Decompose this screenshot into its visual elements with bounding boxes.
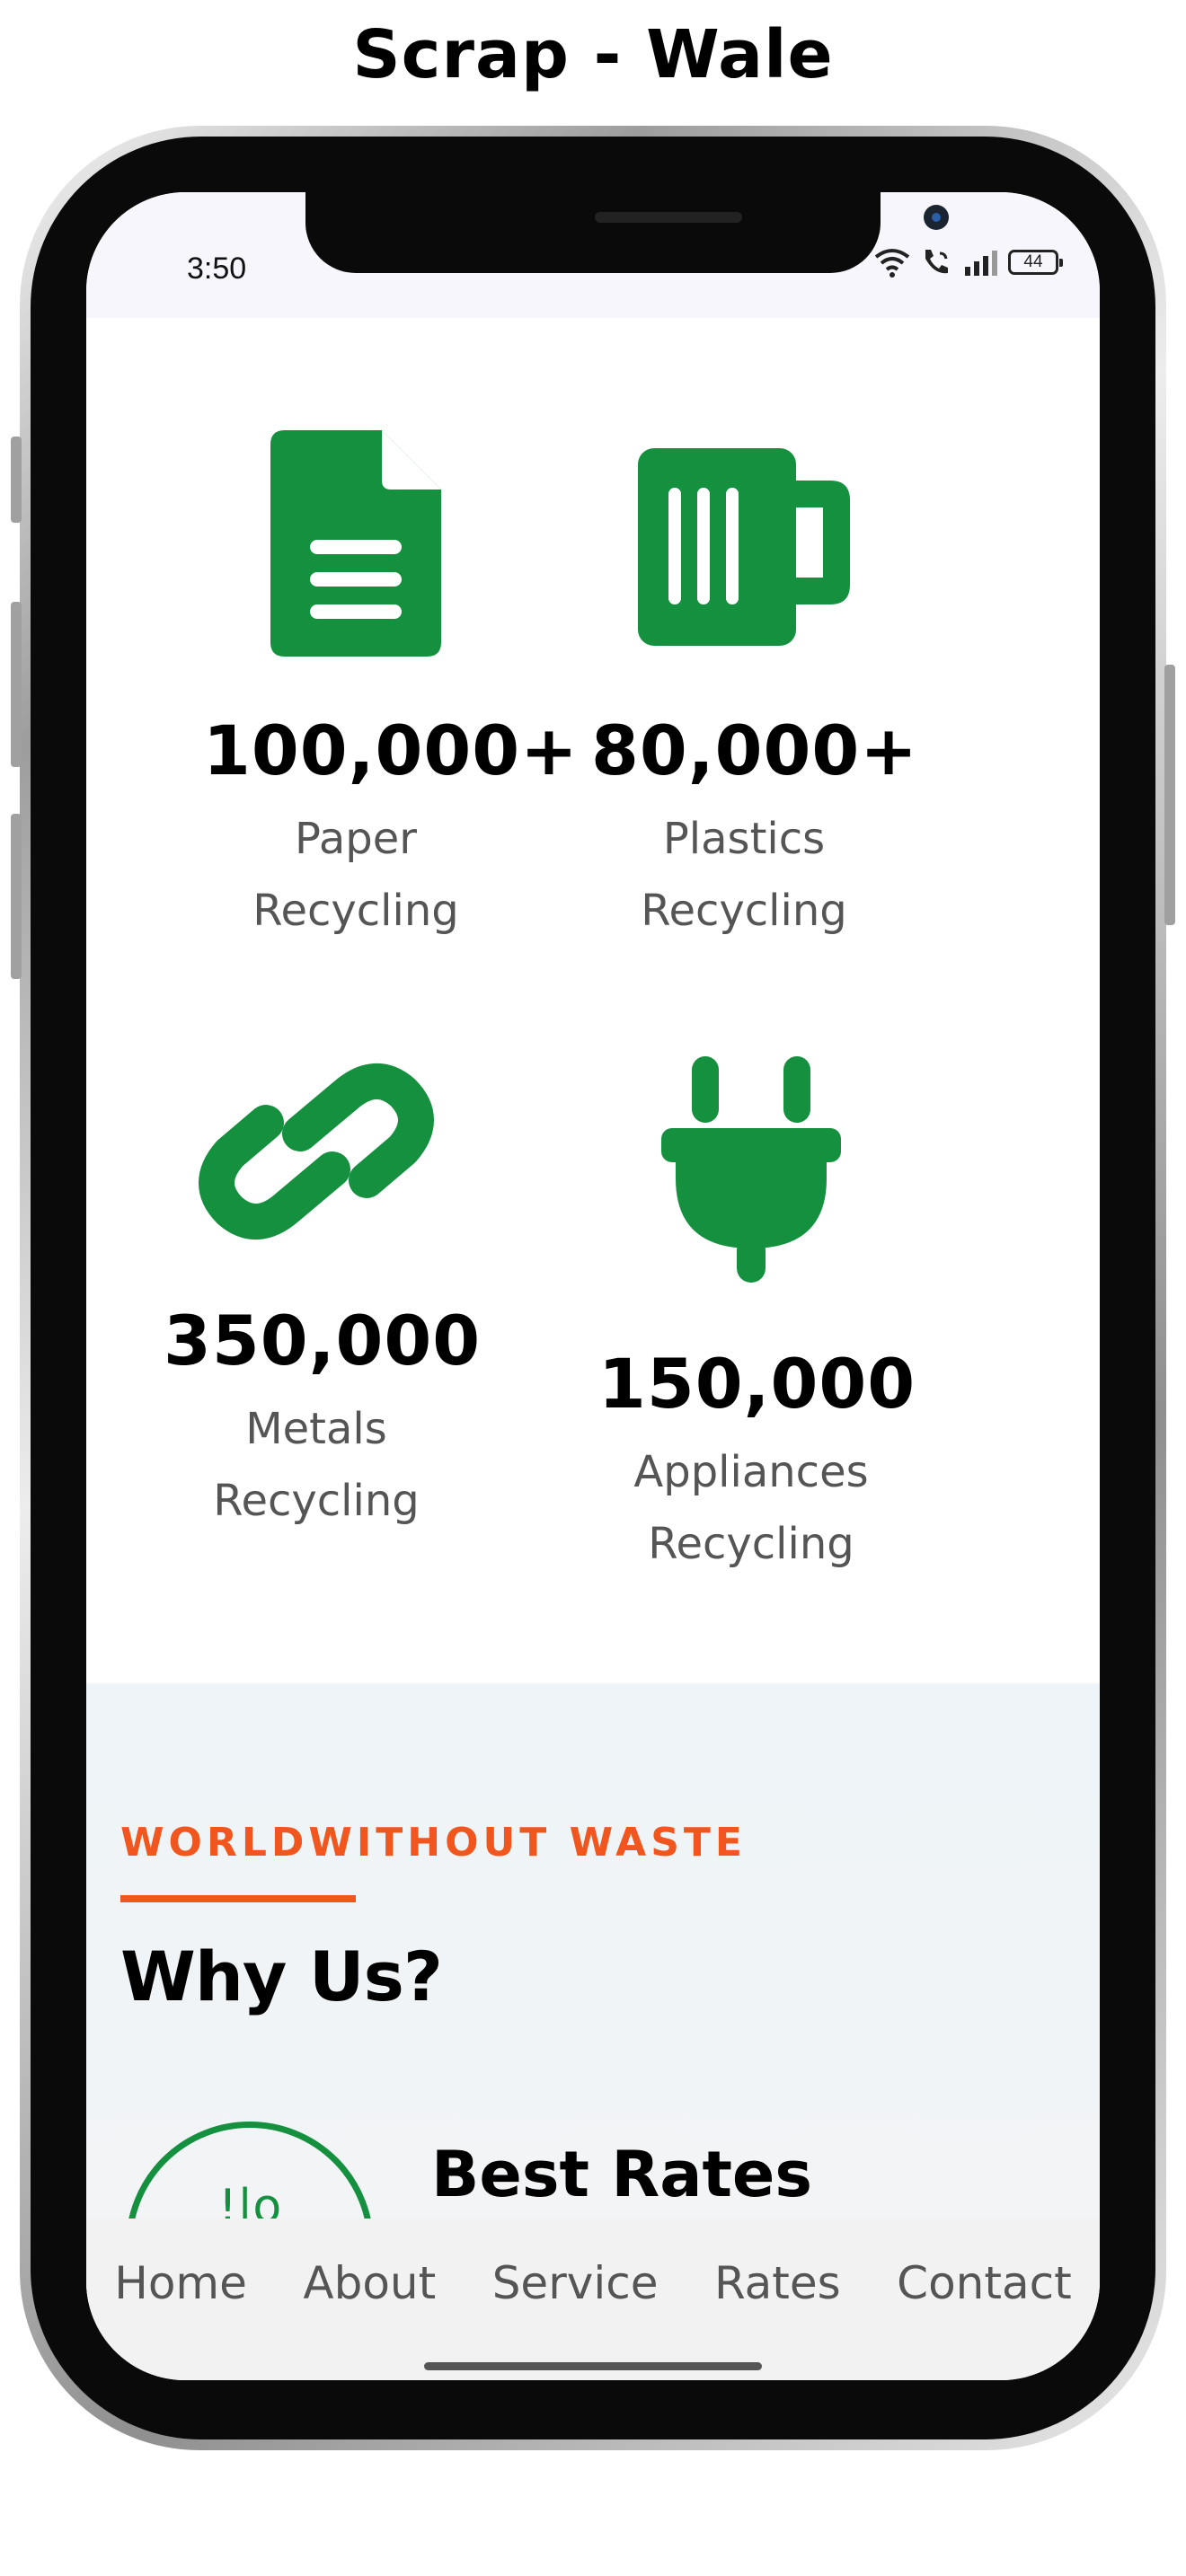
volume-up-button (11, 602, 22, 767)
stat-value: 150,000 (598, 1344, 916, 1424)
app-screen: 3:50 44 100,000+ Paper Recycling 80,000+… (86, 192, 1100, 2380)
stat-value: 100,000+ (203, 710, 579, 790)
stat-plastics: 80,000+ Plastics Recycling (591, 430, 918, 947)
signal-icon (965, 251, 997, 276)
front-camera (924, 205, 949, 230)
battery-icon: 44 (1008, 250, 1063, 275)
eyebrow-underline (120, 1895, 356, 1902)
feature-title: Best Rates (431, 2138, 813, 2211)
notch (305, 192, 949, 273)
stat-paper: 100,000+ Paper Recycling (203, 430, 579, 947)
stat-label: Plastics Recycling (641, 814, 847, 936)
nav-items: Home About Service Rates Contact (86, 2247, 1100, 2319)
section-eyebrow: WORLDWITHOUT WASTE (120, 1820, 747, 1866)
status-icons: 44 (873, 244, 1089, 280)
nav-about[interactable]: About (303, 2257, 436, 2309)
power-button (1164, 665, 1175, 925)
bottom-nav: Home About Service Rates Contact (86, 2219, 1100, 2380)
wifi-calling-icon (925, 250, 948, 274)
stat-value: 80,000+ (591, 710, 918, 790)
stat-metals: 350,000 Metals Recycling (164, 1044, 482, 1537)
nav-home[interactable]: Home (114, 2257, 247, 2309)
nav-rates[interactable]: Rates (714, 2257, 841, 2309)
silent-switch (11, 437, 22, 523)
plug-icon (661, 1056, 841, 1283)
page-title: Scrap - Wale (352, 16, 834, 93)
speaker-grille (595, 212, 742, 223)
stat-appliances: 150,000 Appliances Recycling (598, 1056, 916, 1580)
wifi-icon (874, 249, 910, 278)
link-icon (199, 1063, 434, 1240)
mug-icon (638, 448, 850, 646)
stat-label: Paper Recycling (252, 814, 459, 936)
section-title: Why Us? (120, 1936, 443, 2016)
nav-contact[interactable]: Contact (897, 2257, 1072, 2309)
home-indicator[interactable] (424, 2362, 762, 2370)
stat-value: 350,000 (164, 1301, 482, 1381)
stat-label: Metals Recycling (213, 1404, 420, 1526)
stat-label: Appliances Recycling (633, 1447, 869, 1569)
volume-down-button (11, 814, 22, 979)
status-time: 3:50 (187, 251, 247, 286)
document-icon (270, 430, 441, 657)
nav-service[interactable]: Service (492, 2257, 659, 2309)
